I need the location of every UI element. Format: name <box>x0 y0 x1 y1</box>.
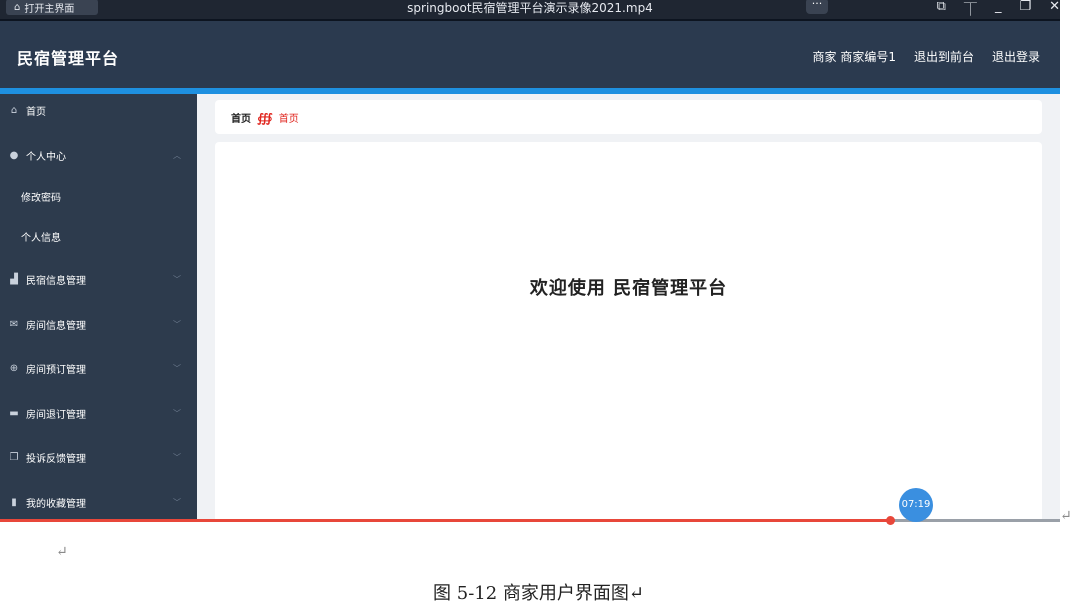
breadcrumb-card: 首页 ∰ 首页 <box>215 100 1042 134</box>
current-time-badge: 07:19 <box>899 488 933 522</box>
chevron-down-icon: ﹀ <box>173 363 181 373</box>
chevron-up-icon: ︿ <box>173 150 181 160</box>
window-controls: ⧉ ⏉ _ ❐ ✕ <box>937 0 1060 18</box>
video-progress-handle[interactable] <box>886 516 896 525</box>
sidebar-item-room-booking[interactable]: ⊕ 房间预订管理 ﹀ <box>0 358 197 378</box>
sidebar-item-label: 房间信息管理 <box>26 320 86 332</box>
breadcrumb-root[interactable]: 首页 <box>231 110 251 125</box>
video-progress-fill <box>0 519 891 522</box>
welcome-card: 欢迎使用 民宿管理平台 <box>215 142 1042 521</box>
more-options-button[interactable]: ··· <box>806 0 828 14</box>
video-player: ⌂ 打开主界面 springboot民宿管理平台演示录像2021.mp4 ···… <box>0 0 1060 521</box>
restore-icon[interactable]: ❐ <box>1019 0 1031 18</box>
sidebar-item-home[interactable]: ⌂ 首页 <box>0 100 197 120</box>
sidebar-item-label: 个人中心 <box>26 151 66 163</box>
paragraph-return-mark: ↵ <box>56 544 68 560</box>
thumb-icon: ▟ <box>10 273 18 285</box>
exit-to-frontend-link[interactable]: 退出到前台 <box>914 48 974 65</box>
home-icon: ⌂ <box>10 104 18 116</box>
briefcase-icon: ▬ <box>9 407 19 419</box>
sidebar-item-label: 首页 <box>26 106 46 118</box>
app-header: 民宿管理平台 商家 商家编号1 退出到前台 退出登录 <box>0 19 1060 88</box>
sidebar-item-homestay-info[interactable]: ▟ 民宿信息管理 ﹀ <box>0 269 197 289</box>
copy-icon: ❐ <box>9 451 19 463</box>
breadcrumb: 首页 ∰ 首页 <box>231 110 299 126</box>
sidebar-item-room-info[interactable]: ✉ 房间信息管理 ﹀ <box>0 314 197 334</box>
close-icon[interactable]: ✕ <box>1049 0 1060 18</box>
user-name: 商家编号1 <box>840 50 896 64</box>
sidebar-item-label: 投诉反馈管理 <box>26 453 86 465</box>
screen-cast-icon[interactable]: ⧉ <box>937 0 946 18</box>
sidebar-item-my-favorites[interactable]: ▮ 我的收藏管理 ﹀ <box>0 492 197 512</box>
sidebar: ⌂ 首页 ● 个人中心 ︿ 修改密码 个人信息 ▟ 民宿信息管理 ﹀ ✉ 房间信… <box>0 94 197 521</box>
sidebar-item-personal-center[interactable]: ● 个人中心 ︿ <box>0 145 197 165</box>
sidebar-item-label: 房间退订管理 <box>26 409 86 421</box>
video-progress-bar[interactable] <box>0 516 1060 525</box>
user-role: 商家 <box>812 50 837 64</box>
sidebar-item-label: 民宿信息管理 <box>26 275 86 287</box>
chevron-down-icon: ﹀ <box>173 319 181 329</box>
paragraph-return-mark: ↵ <box>1060 508 1072 524</box>
sidebar-subitem-change-password[interactable]: 修改密码 <box>21 189 61 204</box>
video-title: springboot民宿管理平台演示录像2021.mp4 <box>407 1 653 15</box>
sidebar-item-label: 我的收藏管理 <box>26 498 86 510</box>
pin-icon[interactable]: ⏉ <box>964 0 977 18</box>
mail-icon: ✉ <box>9 318 19 330</box>
chevron-down-icon: ﹀ <box>173 452 181 462</box>
header-user-area: 商家 商家编号1 退出到前台 退出登录 <box>812 48 1040 65</box>
compass-icon: ⊕ <box>9 362 19 374</box>
player-title-bar: ⌂ 打开主界面 springboot民宿管理平台演示录像2021.mp4 ···… <box>0 0 1060 19</box>
chevron-down-icon: ﹀ <box>173 274 181 284</box>
sidebar-item-label: 房间预订管理 <box>26 364 86 376</box>
breadcrumb-current: 首页 <box>278 114 299 125</box>
logout-link[interactable]: 退出登录 <box>992 48 1040 65</box>
user-icon: ● <box>9 149 19 161</box>
minimize-icon[interactable]: _ <box>995 0 1002 18</box>
app-title: 民宿管理平台 <box>17 49 120 68</box>
sidebar-item-complaint-feedback[interactable]: ❐ 投诉反馈管理 ﹀ <box>0 447 197 467</box>
user-info: 商家 商家编号1 <box>812 48 895 65</box>
sidebar-subitem-personal-info[interactable]: 个人信息 <box>21 229 61 244</box>
bar-chart-icon: ▮ <box>11 496 17 508</box>
main-content: 首页 ∰ 首页 欢迎使用 民宿管理平台 <box>197 94 1060 521</box>
chevron-down-icon: ﹀ <box>173 408 181 418</box>
figure-caption: 图 5-12 商家用户界面图↵ <box>433 583 644 604</box>
welcome-message: 欢迎使用 民宿管理平台 <box>529 278 728 299</box>
sidebar-item-room-cancellation[interactable]: ▬ 房间退订管理 ﹀ <box>0 403 197 423</box>
breadcrumb-separator-icon: ∰ <box>257 110 273 125</box>
chevron-down-icon: ﹀ <box>173 497 181 507</box>
